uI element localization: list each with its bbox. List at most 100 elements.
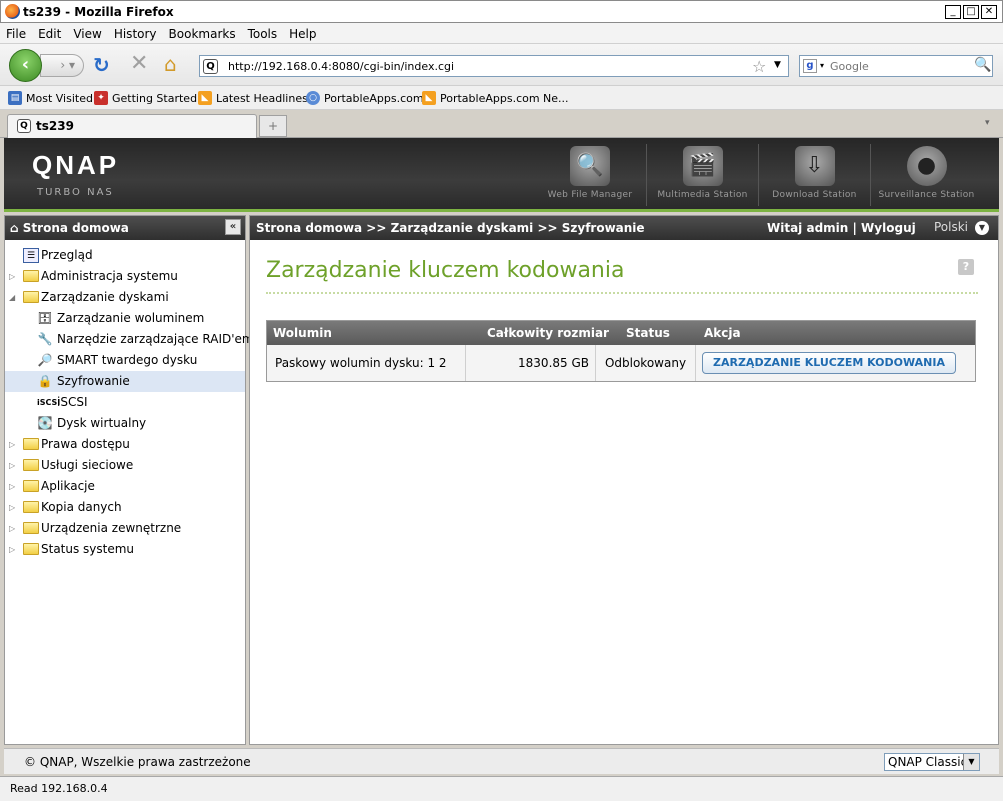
url-dropdown-icon[interactable]: ▼ xyxy=(774,60,781,70)
breadcrumb[interactable]: Strona domowa >> Zarządzanie dyskami >> … xyxy=(256,221,645,235)
menu-tools[interactable]: Tools xyxy=(242,23,284,41)
sidebar-item-label: Urządzenia zewnętrzne xyxy=(41,521,182,535)
bookmark-getting-started[interactable]: ✦ Getting Started xyxy=(94,91,197,105)
menu-bookmarks[interactable]: Bookmarks xyxy=(163,23,242,41)
app-label: Surveillance Station xyxy=(878,190,975,200)
search-magnifier-icon[interactable]: 🔍 xyxy=(974,57,991,73)
menu-view[interactable]: View xyxy=(67,23,107,41)
sidebar-item-uslugi-sieciowe[interactable]: ▷ Usługi sieciowe xyxy=(5,455,245,476)
sidebar-item-label: Dysk wirtualny xyxy=(57,416,147,430)
language-dropdown-icon[interactable]: ▼ xyxy=(975,221,989,235)
folder-icon xyxy=(23,459,39,471)
stop-icon[interactable]: ✕ xyxy=(130,53,148,75)
sidebar-item-label: Prawa dostępu xyxy=(41,437,130,451)
download-station-icon: ⇩ xyxy=(794,146,835,186)
sidebar-item-aplikacje[interactable]: ▷ Aplikacje xyxy=(5,476,245,497)
menu-history[interactable]: History xyxy=(108,23,163,41)
sidebar-item-raid[interactable]: 🔧 Narzędzie zarządzające RAID'em xyxy=(5,329,254,350)
welcome-logout[interactable]: Witaj admin | Wyloguj xyxy=(767,221,916,235)
collapse-sidebar-icon[interactable]: « xyxy=(225,219,241,235)
close-window-button[interactable]: ✕ xyxy=(981,5,997,19)
portableapps-icon: ○ xyxy=(306,91,320,105)
manage-encryption-key-button[interactable]: ZARZĄDZANIE KLUCZEM KODOWANIA xyxy=(702,352,956,374)
app-surveillance-station[interactable]: ● Surveillance Station xyxy=(870,144,982,206)
app-download-station[interactable]: ⇩ Download Station xyxy=(758,144,870,206)
help-icon[interactable]: ? xyxy=(958,259,974,275)
iscsi-icon: iSCSI xyxy=(37,398,61,407)
rss-icon: ◣ xyxy=(198,91,212,105)
collapse-arrow-icon[interactable]: ◢ xyxy=(9,287,15,308)
url-bar[interactable]: Q http://192.168.0.4:8080/cgi-bin/index.… xyxy=(199,55,789,77)
search-bar[interactable]: g ▾ 🔍 xyxy=(799,55,993,77)
menu-file[interactable]: File xyxy=(0,23,32,41)
search-input[interactable] xyxy=(830,58,970,74)
sidebar-item-zarzadzanie-woluminem[interactable]: 🗄 Zarządzanie woluminem xyxy=(5,308,245,329)
main-panel: Strona domowa >> Zarządzanie dyskami >> … xyxy=(249,215,999,745)
expand-arrow-icon[interactable]: ▷ xyxy=(9,434,15,455)
sidebar-item-zarzadzanie-dyskami[interactable]: ◢ Zarządzanie dyskami xyxy=(5,287,245,308)
back-button[interactable]: ‹ xyxy=(9,49,42,82)
bookmark-latest-headlines[interactable]: ◣ Latest Headlines xyxy=(198,91,308,105)
bookmark-most-visited[interactable]: ▤ Most Visited xyxy=(8,91,93,105)
window-title: ts239 - Mozilla Firefox xyxy=(23,5,174,19)
theme-dropdown-icon[interactable]: ▼ xyxy=(963,754,979,770)
sidebar-title[interactable]: ⌂ Strona domowa xyxy=(10,221,129,235)
main-header: Strona domowa >> Zarządzanie dyskami >> … xyxy=(250,216,998,240)
menu-edit[interactable]: Edit xyxy=(32,23,67,41)
sidebar-item-label: Zarządzanie woluminem xyxy=(57,311,205,325)
maximize-button[interactable]: □ xyxy=(963,5,979,19)
expand-arrow-icon[interactable]: ▷ xyxy=(9,539,15,560)
bookmark-star-icon[interactable]: ☆ xyxy=(752,57,766,76)
sidebar-item-label: SMART twardego dysku xyxy=(57,353,198,367)
theme-select[interactable]: QNAP Classic ▼ xyxy=(884,753,980,771)
cell-volume: Paskowy wolumin dysku: 1 2 xyxy=(275,356,447,370)
sidebar-item-urzadzenia-zewnetrzne[interactable]: ▷ Urządzenia zewnętrzne xyxy=(5,518,245,539)
folder-icon xyxy=(23,522,39,534)
sidebar-item-szyfrowanie[interactable]: 🔒 Szyfrowanie xyxy=(5,371,245,392)
expand-arrow-icon[interactable]: ▷ xyxy=(9,497,15,518)
google-icon[interactable]: g xyxy=(803,59,817,73)
expand-arrow-icon[interactable]: ▷ xyxy=(9,518,15,539)
url-text[interactable]: http://192.168.0.4:8080/cgi-bin/index.cg… xyxy=(228,60,454,73)
bookmark-portableapps-news[interactable]: ◣ PortableApps.com Ne... xyxy=(422,91,569,105)
sidebar-item-label: Status systemu xyxy=(41,542,135,556)
bookmark-portableapps[interactable]: ○ PortableApps.com xyxy=(306,91,424,105)
reload-icon[interactable]: ↻ xyxy=(93,55,110,75)
minimize-button[interactable]: _ xyxy=(945,5,961,19)
overview-icon: ☰ xyxy=(23,248,39,263)
sidebar-item-label: Zarządzanie dyskami xyxy=(41,290,169,304)
sidebar-item-iscsi[interactable]: iSCSI iSCSI xyxy=(5,392,245,413)
menu-help[interactable]: Help xyxy=(283,23,322,41)
sidebar-item-smart[interactable]: 🔎 SMART twardego dysku xyxy=(5,350,245,371)
forward-button[interactable]: › ▾ xyxy=(40,54,84,77)
language-label[interactable]: Polski xyxy=(934,220,968,234)
sidebar-item-administracja[interactable]: ▷ Administracja systemu xyxy=(5,266,245,287)
home-icon[interactable]: ⌂ xyxy=(164,53,177,75)
multimedia-station-icon: 🎬 xyxy=(682,146,723,186)
new-tab-button[interactable]: + xyxy=(259,115,287,137)
bookmarks-toolbar: ▤ Most Visited ✦ Getting Started ◣ Latest H… xyxy=(0,86,1003,110)
sidebar-item-label: Szyfrowanie xyxy=(57,374,130,388)
sidebar-item-label: Usługi sieciowe xyxy=(41,458,134,472)
app-multimedia-station[interactable]: 🎬 Multimedia Station xyxy=(646,144,758,206)
search-engine-dropdown-icon[interactable]: ▾ xyxy=(820,61,824,70)
sidebar-item-dysk-wirtualny[interactable]: 💽 Dysk wirtualny xyxy=(5,413,245,434)
folder-icon xyxy=(23,501,39,513)
tab-list-icon[interactable]: ▾ xyxy=(985,118,990,128)
folder-icon xyxy=(23,270,39,282)
tab-ts239[interactable]: Q ts239 xyxy=(7,114,257,138)
sidebar-item-status-systemu[interactable]: ▷ Status systemu xyxy=(5,539,245,560)
title-divider xyxy=(266,292,978,294)
browser-status-bar: Read 192.168.0.4 xyxy=(0,776,1003,801)
expand-arrow-icon[interactable]: ▷ xyxy=(9,476,15,497)
expand-arrow-icon[interactable]: ▷ xyxy=(9,455,15,476)
expand-arrow-icon[interactable]: ▷ xyxy=(9,266,15,287)
sidebar-item-przeglad[interactable]: ☰ Przegląd xyxy=(5,245,245,266)
header-size: Całkowity rozmiar xyxy=(487,326,609,340)
sidebar-item-prawa-dostepu[interactable]: ▷ Prawa dostępu xyxy=(5,434,245,455)
app-web-file-manager[interactable]: 🔍 Web File Manager xyxy=(534,144,646,206)
volume-management-icon: 🗄 xyxy=(37,311,53,325)
sidebar-item-kopia-danych[interactable]: ▷ Kopia danych xyxy=(5,497,245,518)
bookmark-label: Latest Headlines xyxy=(216,91,308,105)
open-folder-icon xyxy=(23,291,39,303)
